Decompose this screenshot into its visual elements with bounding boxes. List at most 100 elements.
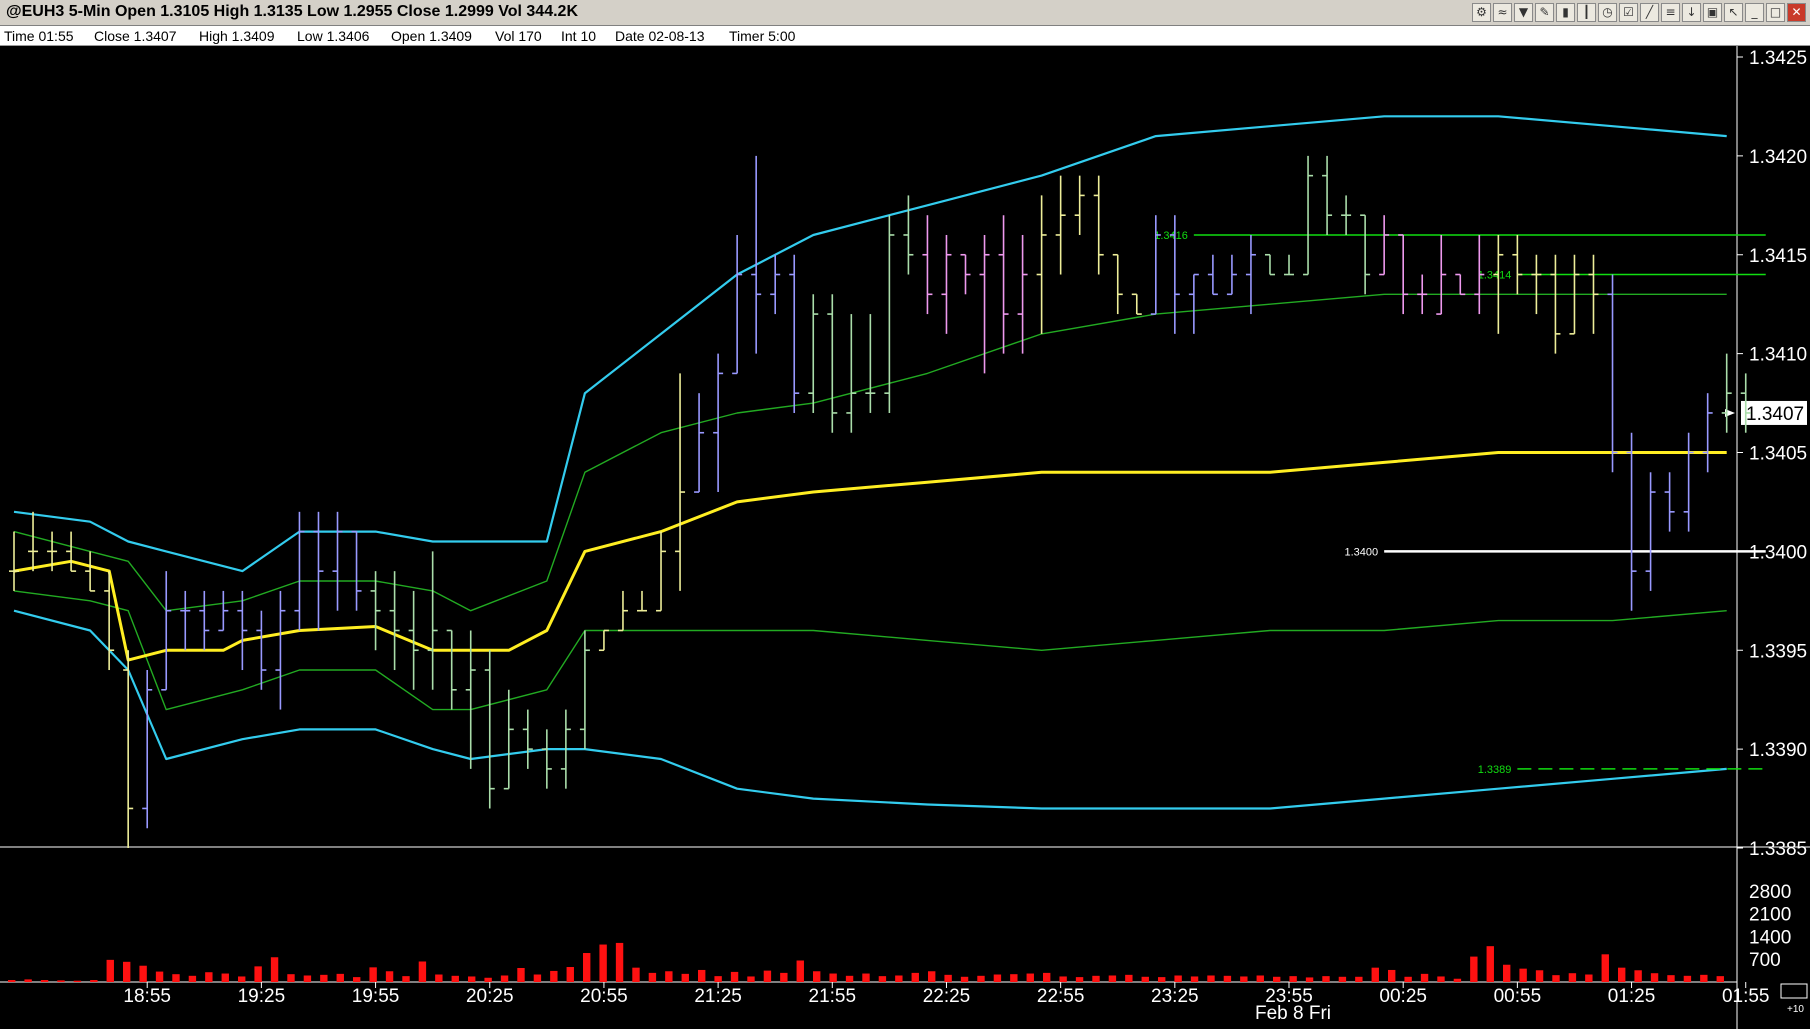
volume-bar [1125, 974, 1133, 982]
corner-label: +10 [1787, 1004, 1804, 1015]
volume-bar [862, 973, 870, 982]
volume-bar [1404, 976, 1412, 982]
fib-icon[interactable]: ≡ [1661, 3, 1680, 22]
x-tick-label: 19:55 [352, 986, 400, 1007]
volume-bar [336, 973, 344, 982]
y-tick-label: 1.3385 [1749, 839, 1807, 860]
volume-bar [1519, 968, 1527, 982]
volume-bar [714, 976, 722, 982]
clock-icon[interactable]: ◷ [1598, 3, 1617, 22]
pointer-icon[interactable]: ↖ [1724, 3, 1743, 22]
close-icon[interactable]: ✕ [1787, 3, 1806, 22]
volume-bar [1338, 976, 1347, 982]
volume-bar [402, 976, 410, 982]
x-tick-label: 00:55 [1494, 986, 1542, 1007]
y-tick-label: 1.3410 [1749, 345, 1807, 366]
volume-bar [1108, 975, 1117, 982]
restore-icon[interactable]: □ [1766, 3, 1785, 22]
candlestick-icon[interactable]: ┃ [1577, 3, 1596, 22]
volume-bar [648, 972, 657, 982]
info-date: Date 02-08-13 [615, 28, 705, 44]
volume-bar [188, 975, 197, 982]
volume-bar [369, 967, 377, 982]
volume-bar [566, 967, 574, 982]
volume-bar [780, 972, 788, 982]
y-tick-label: 1.3400 [1749, 542, 1807, 563]
volume-bar [254, 966, 262, 982]
volume-bar [106, 959, 114, 982]
info-vol: Vol 170 [495, 28, 542, 44]
volume-bar [1158, 977, 1166, 982]
volume-bar [845, 975, 854, 982]
volume-bar [73, 980, 82, 982]
volume-bar [1305, 977, 1314, 982]
x-tick-label: 01:55 [1722, 986, 1770, 1007]
volume-bar [1010, 974, 1018, 982]
volume-bar [1141, 976, 1149, 982]
level-label: 1.3400 [1345, 546, 1379, 558]
network-icon[interactable]: ⚙ [1472, 3, 1491, 22]
minimize-icon[interactable]: _ [1745, 3, 1764, 22]
volume-tick-label: 2100 [1749, 905, 1791, 926]
volume-bar [500, 975, 509, 982]
volume-bar [1568, 973, 1577, 982]
volume-bar [1371, 967, 1379, 982]
x-tick-label: 22:25 [923, 986, 971, 1007]
volume-bar [484, 977, 492, 982]
level-label: 1.3414 [1478, 270, 1512, 282]
volume-bar [451, 975, 459, 982]
bar-chart-icon[interactable]: ▮ [1556, 3, 1575, 22]
down-arrow-icon[interactable]: ↓ [1682, 3, 1701, 22]
volume-bar [1437, 976, 1445, 982]
volume-bar [1207, 975, 1215, 982]
checklist-icon[interactable]: ☑ [1619, 3, 1638, 22]
volume-bar [1650, 973, 1659, 982]
volume-bar [911, 972, 919, 982]
volume-bar [1026, 973, 1034, 982]
volume-bar [139, 965, 147, 982]
volume-bar [681, 973, 689, 982]
volume-bar [796, 960, 804, 982]
volume-bar [1355, 976, 1363, 982]
window-titlebar[interactable]: @EUH3 5-Min Open 1.3105 High 1.3135 Low … [0, 0, 1810, 26]
volume-tick-label: 1400 [1749, 927, 1791, 948]
volume-bar [1535, 970, 1544, 982]
level-label: 1.3416 [1154, 230, 1188, 242]
trash-icon[interactable]: ▣ [1703, 3, 1722, 22]
volume-bar [1453, 978, 1462, 982]
volume-bar [8, 980, 16, 982]
info-int: Int 10 [561, 28, 597, 44]
volume-bar [1289, 976, 1297, 982]
volume-bar [533, 974, 542, 982]
trendline-icon[interactable]: ╱ [1640, 3, 1659, 22]
volume-bar [698, 969, 706, 982]
volume-bar [90, 980, 98, 982]
wave-icon[interactable]: ≈ [1493, 3, 1512, 22]
volume-bar [895, 975, 903, 982]
volume-bar [57, 980, 65, 982]
volume-bar [205, 972, 213, 982]
volume-bar [418, 961, 427, 982]
volume-bar [1601, 954, 1609, 982]
volume-bar [287, 974, 295, 982]
volume-bar [1618, 967, 1626, 982]
volume-bar [270, 957, 279, 982]
y-tick-label: 1.3395 [1749, 641, 1807, 662]
data-info-bar: Time 01:55 Close 1.3407 High 1.3409 Low … [0, 26, 1810, 46]
volume-tick-label: 700 [1749, 950, 1781, 971]
volume-bar [1503, 964, 1511, 982]
chart-background [0, 46, 1810, 1029]
volume-bar [1223, 975, 1232, 982]
y-tick-label: 1.3415 [1749, 246, 1807, 267]
pencil-icon[interactable]: ✎ [1535, 3, 1554, 22]
volume-bar [468, 976, 476, 982]
x-tick-label: 00:25 [1379, 986, 1427, 1007]
volume-bar [1585, 974, 1593, 982]
filter-icon[interactable]: ▼ [1514, 3, 1533, 22]
info-low: Low 1.3406 [297, 28, 370, 44]
volume-bar [977, 975, 985, 982]
x-tick-label: 23:25 [1151, 986, 1199, 1007]
volume-bar [40, 980, 49, 982]
volume-bar [1388, 969, 1396, 982]
price-chart[interactable]: 1.3425 1.3420 1.3415 1.3410 1.3405 1.3400 1.33… [0, 46, 1810, 1029]
